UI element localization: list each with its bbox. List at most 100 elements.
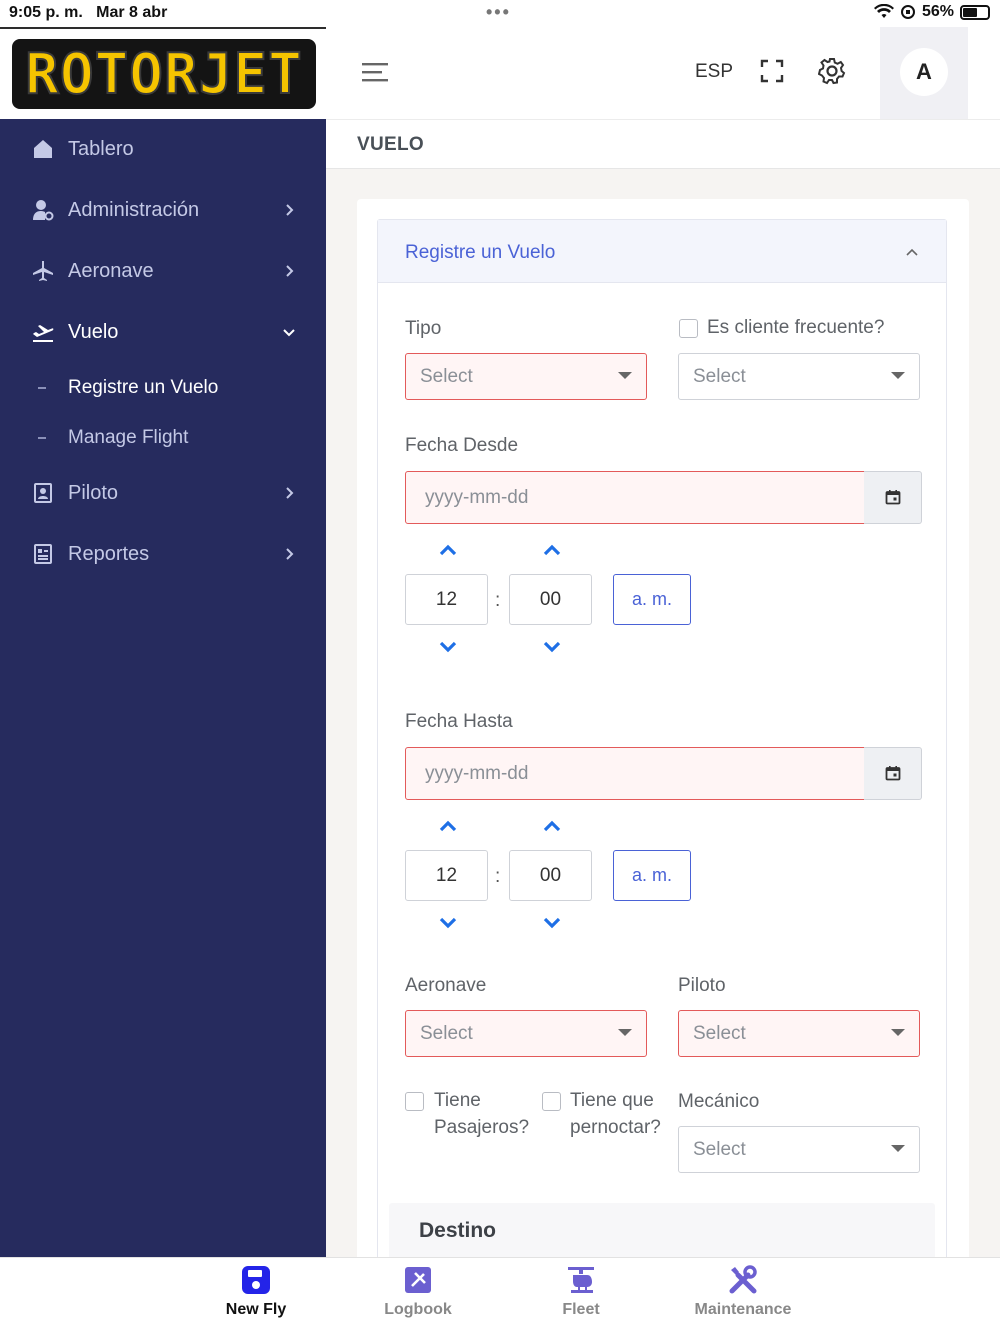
destino-title: Destino [419, 1219, 497, 1242]
fecha-hasta-calendar-button[interactable] [864, 747, 922, 800]
piloto-select[interactable]: Select [678, 1010, 920, 1057]
status-indicators: 56% [873, 3, 990, 21]
multitask-dots-icon[interactable]: ••• [486, 2, 511, 23]
fecha-desde-calendar-button[interactable] [864, 471, 922, 524]
home-icon [34, 140, 52, 158]
fecha-desde-label: Fecha Desde [405, 435, 519, 456]
hasta-hour-input[interactable]: 12 [405, 850, 488, 901]
piloto-label: Piloto [678, 975, 726, 996]
fecha-desde-input[interactable]: yyyy-mm-dd [405, 471, 865, 524]
chevron-right-icon [286, 204, 294, 216]
desde-ampm-toggle[interactable]: a. m. [613, 574, 691, 625]
minute-up-arrow-icon[interactable] [542, 819, 562, 833]
page-title-bar: VUELO [326, 119, 1000, 169]
fullscreen-icon[interactable] [760, 59, 784, 83]
orientation-lock-icon [900, 5, 915, 19]
tipo-select[interactable]: Select [405, 353, 647, 400]
hour-up-arrow-icon[interactable] [438, 543, 458, 557]
tab-maintenance[interactable]: Maintenance [668, 1258, 818, 1333]
status-bar: 9:05 p. m. Mar 8 abr ••• 56% [0, 0, 1000, 27]
top-bar: ESP A [326, 27, 1000, 119]
desde-minute-input[interactable]: 00 [509, 574, 592, 625]
fecha-hasta-input[interactable]: yyyy-mm-dd [405, 747, 865, 800]
sidebar-subitem-registre-vuelo[interactable]: Registre un Vuelo [0, 368, 326, 408]
frecuente-checkbox[interactable] [679, 319, 698, 338]
wifi-icon [873, 4, 894, 18]
tools-icon [729, 1265, 757, 1294]
hasta-ampm-toggle[interactable]: a. m. [613, 850, 691, 901]
brand-logo[interactable]: ROTORJET [12, 39, 316, 109]
frecuente-select[interactable]: Select [678, 353, 920, 400]
accordion-header[interactable]: Registre un Vuelo [378, 220, 946, 283]
logo-area: ROTORJET [0, 27, 326, 119]
avatar[interactable]: A [900, 48, 948, 96]
minute-up-arrow-icon[interactable] [542, 543, 562, 557]
hour-down-arrow-icon[interactable] [438, 640, 458, 654]
caret-down-icon [618, 372, 632, 379]
chevron-right-icon [286, 265, 294, 277]
sidebar-item-reportes[interactable]: Reportes [0, 529, 326, 579]
mecanico-label: Mecánico [678, 1091, 760, 1112]
pasajeros-label: Tiene Pasajeros? [434, 1090, 530, 1138]
battery-icon [960, 4, 990, 20]
caret-down-icon [891, 1145, 905, 1152]
accordion-title: Registre un Vuelo [405, 242, 556, 263]
chevron-right-icon [286, 487, 294, 499]
hour-up-arrow-icon[interactable] [438, 819, 458, 833]
menu-icon[interactable] [362, 61, 390, 83]
sidebar-subitem-manage-flight[interactable]: Manage Flight [0, 418, 326, 458]
sidebar-item-aeronave[interactable]: Aeronave [0, 246, 326, 296]
caret-down-icon [891, 372, 905, 379]
sidebar-item-administracion[interactable]: Administración [0, 185, 326, 235]
aeronave-select[interactable]: Select [405, 1010, 647, 1057]
frecuente-label: Es cliente frecuente? [707, 317, 885, 338]
time-separator: : [495, 590, 501, 611]
desde-hour-input[interactable]: 12 [405, 574, 488, 625]
flight-accordion: Registre un Vuelo Tipo Select Es cliente… [377, 219, 947, 1303]
chevron-down-icon [283, 329, 295, 337]
chevron-right-icon [286, 548, 294, 560]
minute-down-arrow-icon[interactable] [542, 640, 562, 654]
minute-down-arrow-icon[interactable] [542, 916, 562, 930]
takeoff-icon [33, 325, 54, 342]
pasajeros-checkbox[interactable] [405, 1092, 424, 1111]
bottom-tab-bar: New Fly Logbook Fleet Maintenance [0, 1257, 1000, 1333]
bullet-dash [38, 387, 46, 389]
page-title: VUELO [357, 134, 424, 155]
sidebar-item-vuelo[interactable]: Vuelo [0, 307, 326, 357]
save-icon [242, 1266, 270, 1294]
user-cog-icon [33, 200, 54, 221]
tipo-label: Tipo [405, 318, 442, 339]
chevron-up-icon[interactable] [904, 244, 920, 260]
logbook-icon [405, 1267, 431, 1293]
fecha-hasta-label: Fecha Hasta [405, 711, 513, 732]
battery-percent: 56% [921, 3, 954, 20]
pernoctar-label: Tiene que pernoctar? [570, 1090, 661, 1138]
mecanico-select[interactable]: Select [678, 1126, 920, 1173]
id-badge-icon [34, 483, 52, 503]
tab-fleet[interactable]: Fleet [506, 1258, 656, 1333]
report-icon [34, 544, 52, 564]
language-selector[interactable]: ESP [695, 61, 733, 83]
helicopter-icon [568, 1267, 594, 1293]
calendar-icon [885, 766, 901, 781]
caret-down-icon [618, 1029, 632, 1036]
time-separator: : [495, 866, 501, 887]
sidebar-item-tablero[interactable]: Tablero [0, 124, 326, 174]
gear-icon[interactable] [818, 57, 846, 85]
bullet-dash [38, 437, 46, 439]
pernoctar-checkbox[interactable] [542, 1092, 561, 1111]
status-time: 9:05 p. m. Mar 8 abr [9, 4, 168, 21]
caret-down-icon [891, 1029, 905, 1036]
hasta-minute-input[interactable]: 00 [509, 850, 592, 901]
sidebar: Tablero Administración Aeronave Vuelo Re… [0, 119, 326, 1257]
tab-logbook[interactable]: Logbook [343, 1258, 493, 1333]
aeronave-label: Aeronave [405, 975, 487, 996]
user-menu[interactable]: A [880, 27, 968, 119]
airplane-icon [33, 261, 53, 281]
sidebar-item-piloto[interactable]: Piloto [0, 468, 326, 518]
form-card: Registre un Vuelo Tipo Select Es cliente… [357, 199, 969, 1303]
calendar-icon [885, 490, 901, 505]
hour-down-arrow-icon[interactable] [438, 916, 458, 930]
tab-new-fly[interactable]: New Fly [181, 1258, 331, 1333]
